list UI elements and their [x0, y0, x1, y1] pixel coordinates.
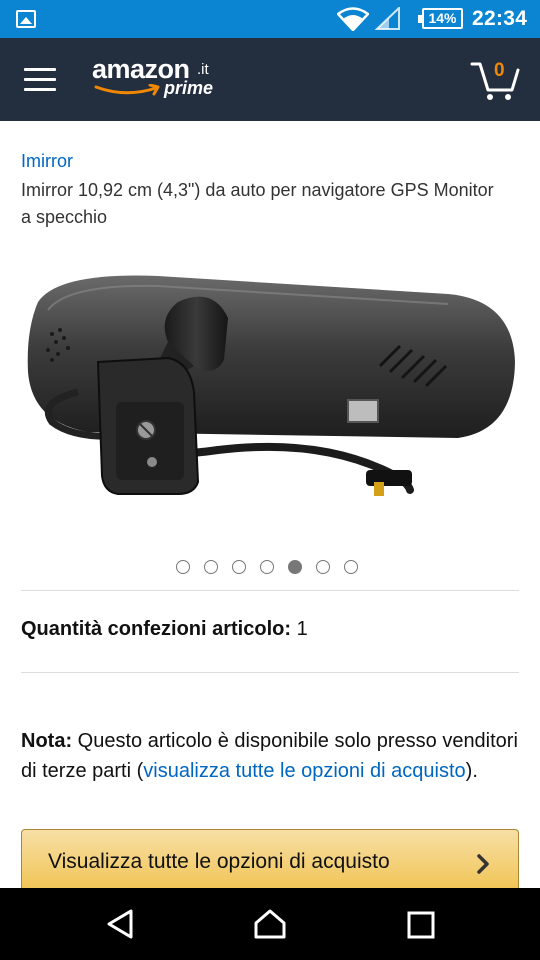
quantity-label: Quantità confezioni articolo: — [21, 618, 292, 640]
carousel-dot-4[interactable] — [260, 560, 274, 574]
gallery-icon — [16, 10, 36, 28]
app-header: amazon .it prime 0 — [0, 38, 540, 121]
cart-count: 0 — [494, 60, 505, 81]
note-label: Nota: — [21, 730, 73, 752]
battery-level: 14% — [428, 10, 457, 26]
battery-icon: 14% — [418, 8, 463, 29]
smile-arrow-icon — [94, 84, 160, 96]
carousel-dot-1[interactable] — [176, 560, 190, 574]
brand-link[interactable]: Imirror — [21, 151, 73, 172]
back-icon[interactable] — [104, 908, 136, 940]
signal-icon — [375, 7, 400, 30]
carousel-dot-7[interactable] — [344, 560, 358, 574]
divider — [21, 590, 519, 591]
product-image[interactable] — [18, 262, 523, 512]
divider — [21, 672, 519, 673]
cart-button[interactable]: 0 — [470, 58, 520, 102]
note-text-end: ). — [465, 760, 478, 782]
status-bar: 14% 22:34 — [0, 0, 540, 38]
carousel-dot-3[interactable] — [232, 560, 246, 574]
image-carousel-dots[interactable] — [176, 560, 358, 576]
system-nav-bar — [0, 888, 540, 960]
quantity-row: Quantità confezioni articolo: 1 — [21, 618, 308, 641]
carousel-dot-6[interactable] — [316, 560, 330, 574]
quantity-value: 1 — [296, 618, 308, 640]
logo-prime: prime — [164, 78, 214, 98]
menu-icon[interactable] — [24, 68, 58, 92]
home-icon[interactable] — [253, 908, 287, 940]
wifi-icon — [337, 7, 369, 31]
chevron-right-icon — [477, 854, 489, 874]
amazon-logo[interactable]: amazon .it prime — [92, 54, 232, 106]
all-offers-link[interactable]: visualizza tutte le opzioni di acquisto — [143, 760, 465, 782]
recents-icon[interactable] — [406, 908, 436, 940]
product-title: Imirror 10,92 cm (4,3") da auto per navi… — [21, 180, 494, 227]
carousel-dot-2[interactable] — [204, 560, 218, 574]
availability-note: Nota: Questo articolo è disponibile solo… — [21, 726, 519, 786]
cta-label: Visualizza tutte le opzioni di acquisto — [48, 850, 390, 873]
logo-tld: .it — [197, 61, 209, 78]
clock: 22:34 — [472, 7, 528, 30]
carousel-dot-5-active[interactable] — [288, 560, 302, 574]
